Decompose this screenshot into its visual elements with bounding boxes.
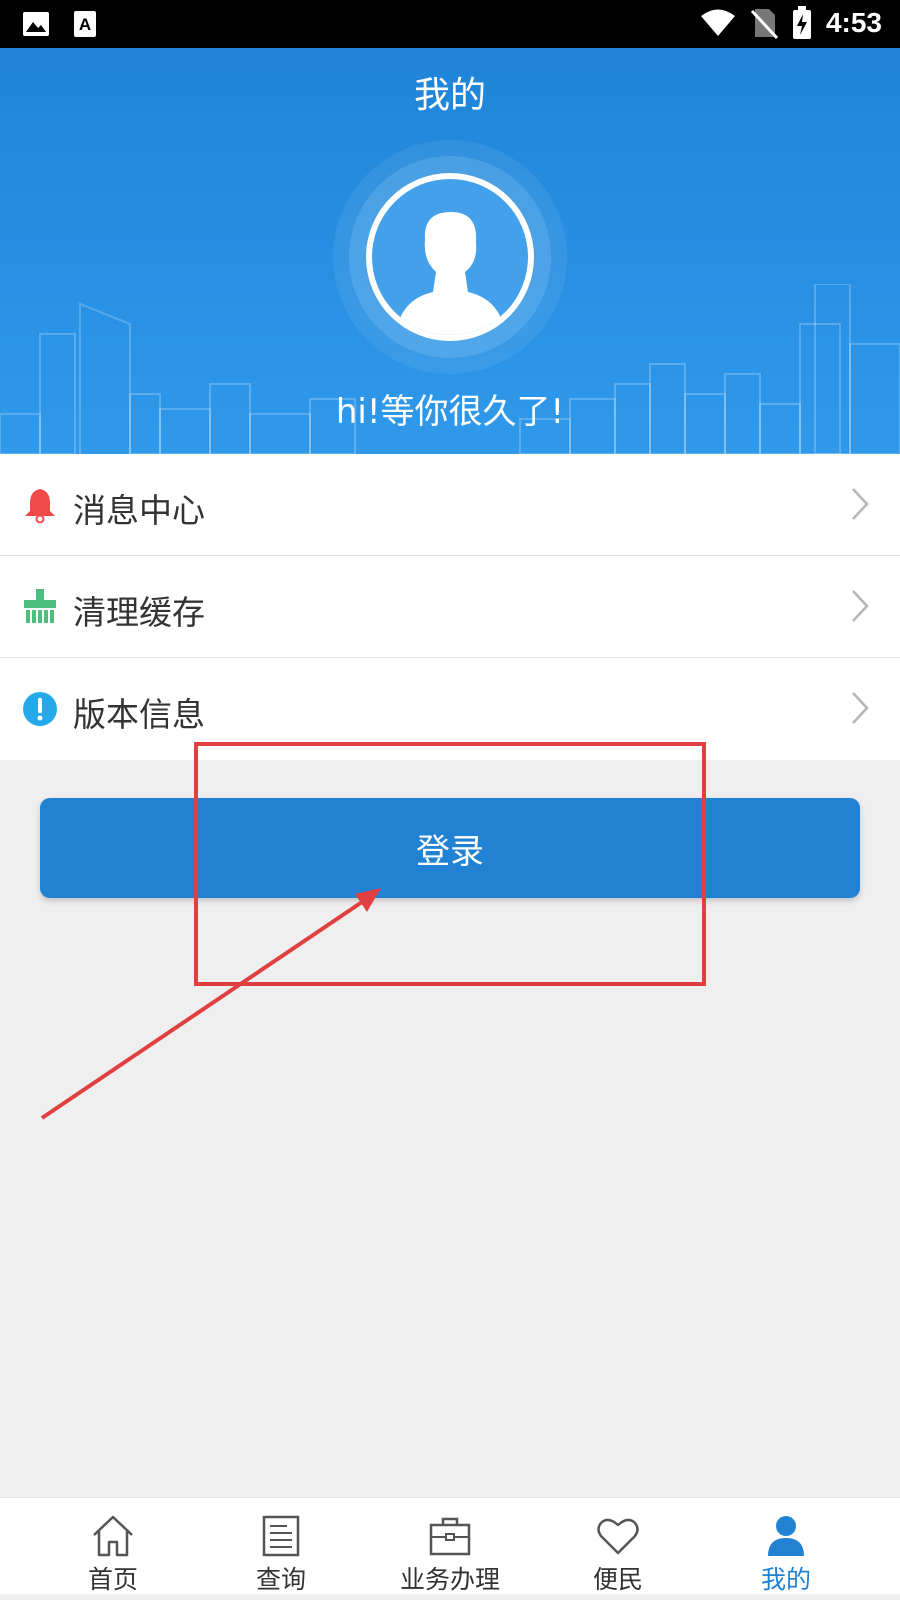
tab-convenience[interactable]: 便民	[543, 1498, 693, 1595]
tab-label: 首页	[87, 1565, 138, 1594]
tab-label: 便民	[592, 1565, 643, 1594]
menu-item-label: 清理缓存	[73, 593, 205, 632]
wifi-icon	[700, 9, 735, 36]
chevron-right-icon	[852, 590, 869, 622]
heart-icon	[597, 1518, 639, 1555]
tab-home[interactable]: 首页	[38, 1498, 188, 1595]
chevron-right-icon	[852, 692, 869, 724]
tab-query[interactable]: 查询	[206, 1498, 356, 1595]
status-bar: A 4:53	[0, 0, 900, 48]
user-icon	[768, 1516, 804, 1556]
tab-label: 查询	[255, 1565, 306, 1594]
menu-item-version-info[interactable]: 版本信息	[0, 658, 900, 760]
menu-item-label: 版本信息	[73, 695, 205, 734]
tab-label: 业务办理	[399, 1565, 500, 1594]
bell-icon	[25, 489, 55, 523]
settings-menu: 消息中心 清理缓存 版本信息	[0, 454, 900, 760]
annotation-arrow	[40, 896, 370, 1120]
page-title: 我的	[413, 75, 486, 116]
greeting-text: hi!等你很久了!	[335, 392, 565, 432]
menu-item-label: 消息中心	[73, 491, 205, 530]
tab-mine[interactable]: 我的	[711, 1498, 861, 1595]
home-icon	[93, 1515, 133, 1557]
text-a-icon: A	[74, 11, 96, 37]
document-icon	[262, 1515, 300, 1557]
svg-text:A: A	[79, 15, 91, 34]
battery-charging-icon	[792, 6, 811, 39]
menu-item-message-center[interactable]: 消息中心	[0, 454, 900, 556]
briefcase-icon	[429, 1517, 471, 1556]
info-icon	[23, 692, 57, 726]
avatar[interactable]	[333, 140, 567, 374]
clock: 4:53	[825, 7, 882, 38]
bottom-strip	[0, 1594, 900, 1600]
image-icon	[23, 12, 49, 36]
tab-label: 我的	[760, 1565, 811, 1594]
login-button[interactable]: 登录	[40, 798, 860, 898]
broom-icon	[24, 589, 56, 623]
chevron-right-icon	[852, 488, 869, 520]
no-sim-icon	[750, 9, 778, 39]
menu-item-clear-cache[interactable]: 清理缓存	[0, 556, 900, 658]
tab-business[interactable]: 业务办理	[375, 1498, 525, 1595]
bottom-tab-bar: 首页 查询 业务办理 便民 我的	[0, 1497, 900, 1594]
profile-header: 我的 hi!等你很久了!	[0, 48, 900, 454]
